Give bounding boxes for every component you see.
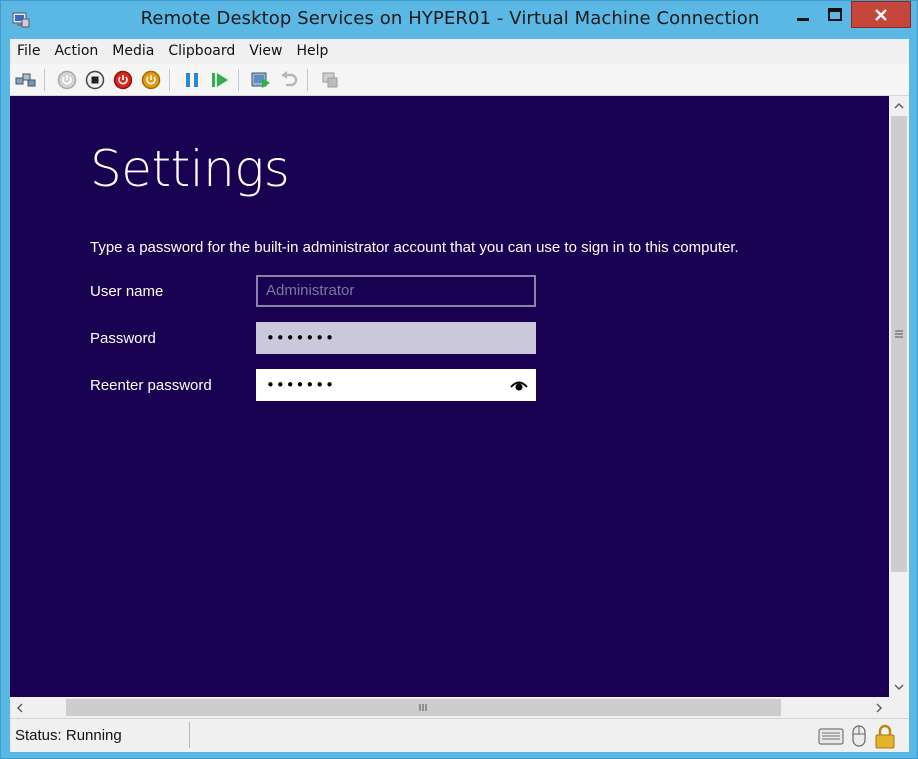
start-button[interactable] bbox=[55, 68, 79, 92]
ctrl-alt-del-icon bbox=[15, 73, 36, 86]
scroll-down-button[interactable] bbox=[889, 677, 909, 697]
window-title: Remote Desktop Services on HYPER01 - Vir… bbox=[140, 8, 760, 29]
maximize-button[interactable] bbox=[819, 2, 851, 28]
status-bar: Status: Running bbox=[10, 718, 909, 752]
user-name-label: User name bbox=[90, 283, 164, 300]
pause-button[interactable] bbox=[180, 68, 204, 92]
reenter-password-field[interactable]: ••••••• bbox=[256, 369, 536, 401]
window-frame: Remote Desktop Services on HYPER01 - Vir… bbox=[0, 0, 918, 759]
close-button[interactable] bbox=[851, 1, 911, 28]
scrollbar-corner bbox=[889, 697, 909, 718]
revert-icon bbox=[281, 70, 298, 86]
menu-action[interactable]: Action bbox=[47, 39, 105, 64]
horizontal-scroll-thumb[interactable] bbox=[66, 699, 781, 716]
reenter-password-value: ••••••• bbox=[266, 376, 335, 394]
vm-screen[interactable]: Settings Type a password for the built-i… bbox=[10, 96, 889, 697]
scroll-up-button[interactable] bbox=[889, 96, 909, 116]
menu-file[interactable]: File bbox=[10, 39, 47, 64]
instructions-text: Type a password for the built-in adminis… bbox=[90, 239, 739, 256]
vertical-scroll-thumb[interactable] bbox=[891, 116, 907, 572]
pause-icon bbox=[186, 72, 198, 87]
enhanced-session-icon bbox=[322, 72, 338, 87]
reenter-password-label: Reenter password bbox=[90, 377, 212, 394]
toolbar bbox=[10, 64, 909, 96]
horizontal-scrollbar[interactable] bbox=[10, 697, 889, 718]
close-icon bbox=[875, 8, 887, 21]
enhanced-session-button[interactable] bbox=[318, 68, 342, 92]
maximize-icon bbox=[828, 8, 842, 21]
title-bar[interactable]: Remote Desktop Services on HYPER01 - Vir… bbox=[1, 1, 918, 38]
mouse-icon bbox=[852, 725, 866, 747]
minimize-button[interactable] bbox=[787, 2, 819, 28]
grip-icon bbox=[419, 704, 427, 711]
password-field[interactable]: ••••••• bbox=[256, 322, 536, 354]
user-name-field[interactable]: Administrator bbox=[256, 275, 536, 307]
start-icon bbox=[57, 70, 77, 89]
save-button[interactable] bbox=[139, 68, 163, 92]
turn-off-button[interactable] bbox=[83, 68, 107, 92]
checkpoint-icon bbox=[251, 72, 270, 88]
shut-down-icon bbox=[113, 70, 133, 89]
password-label: Password bbox=[90, 330, 156, 347]
toolbar-separator bbox=[169, 68, 170, 91]
chevron-right-icon bbox=[876, 702, 883, 713]
revert-button[interactable] bbox=[277, 68, 301, 92]
chevron-up-icon bbox=[894, 102, 904, 109]
toolbar-separator bbox=[307, 68, 308, 91]
status-divider bbox=[189, 722, 190, 748]
menu-view[interactable]: View bbox=[242, 39, 289, 64]
stop-icon bbox=[85, 70, 105, 89]
toolbar-separator bbox=[238, 68, 239, 91]
settings-title: Settings bbox=[90, 140, 290, 198]
password-value: ••••••• bbox=[266, 329, 335, 347]
minimize-icon bbox=[797, 18, 809, 21]
vertical-scrollbar[interactable] bbox=[889, 96, 909, 697]
scroll-right-button[interactable] bbox=[869, 697, 889, 718]
menu-help[interactable]: Help bbox=[289, 39, 335, 64]
keyboard-icon bbox=[818, 728, 844, 745]
power-icon bbox=[141, 70, 161, 89]
status-text: Status: Running bbox=[15, 727, 122, 744]
menu-clipboard[interactable]: Clipboard bbox=[161, 39, 242, 64]
resume-button[interactable] bbox=[208, 68, 232, 92]
ctrl-alt-del-button[interactable] bbox=[14, 68, 38, 92]
checkpoint-button[interactable] bbox=[249, 68, 273, 92]
chevron-left-icon bbox=[16, 702, 23, 713]
chevron-down-icon bbox=[894, 684, 904, 691]
resume-icon bbox=[212, 72, 228, 87]
lock-icon bbox=[875, 724, 895, 749]
reveal-password-icon[interactable] bbox=[510, 378, 528, 392]
shut-down-button[interactable] bbox=[111, 68, 135, 92]
menu-bar: File Action Media Clipboard View Help bbox=[10, 39, 909, 64]
menu-media[interactable]: Media bbox=[105, 39, 161, 64]
scroll-left-button[interactable] bbox=[10, 697, 30, 718]
toolbar-separator bbox=[44, 68, 45, 91]
grip-icon bbox=[895, 330, 903, 338]
